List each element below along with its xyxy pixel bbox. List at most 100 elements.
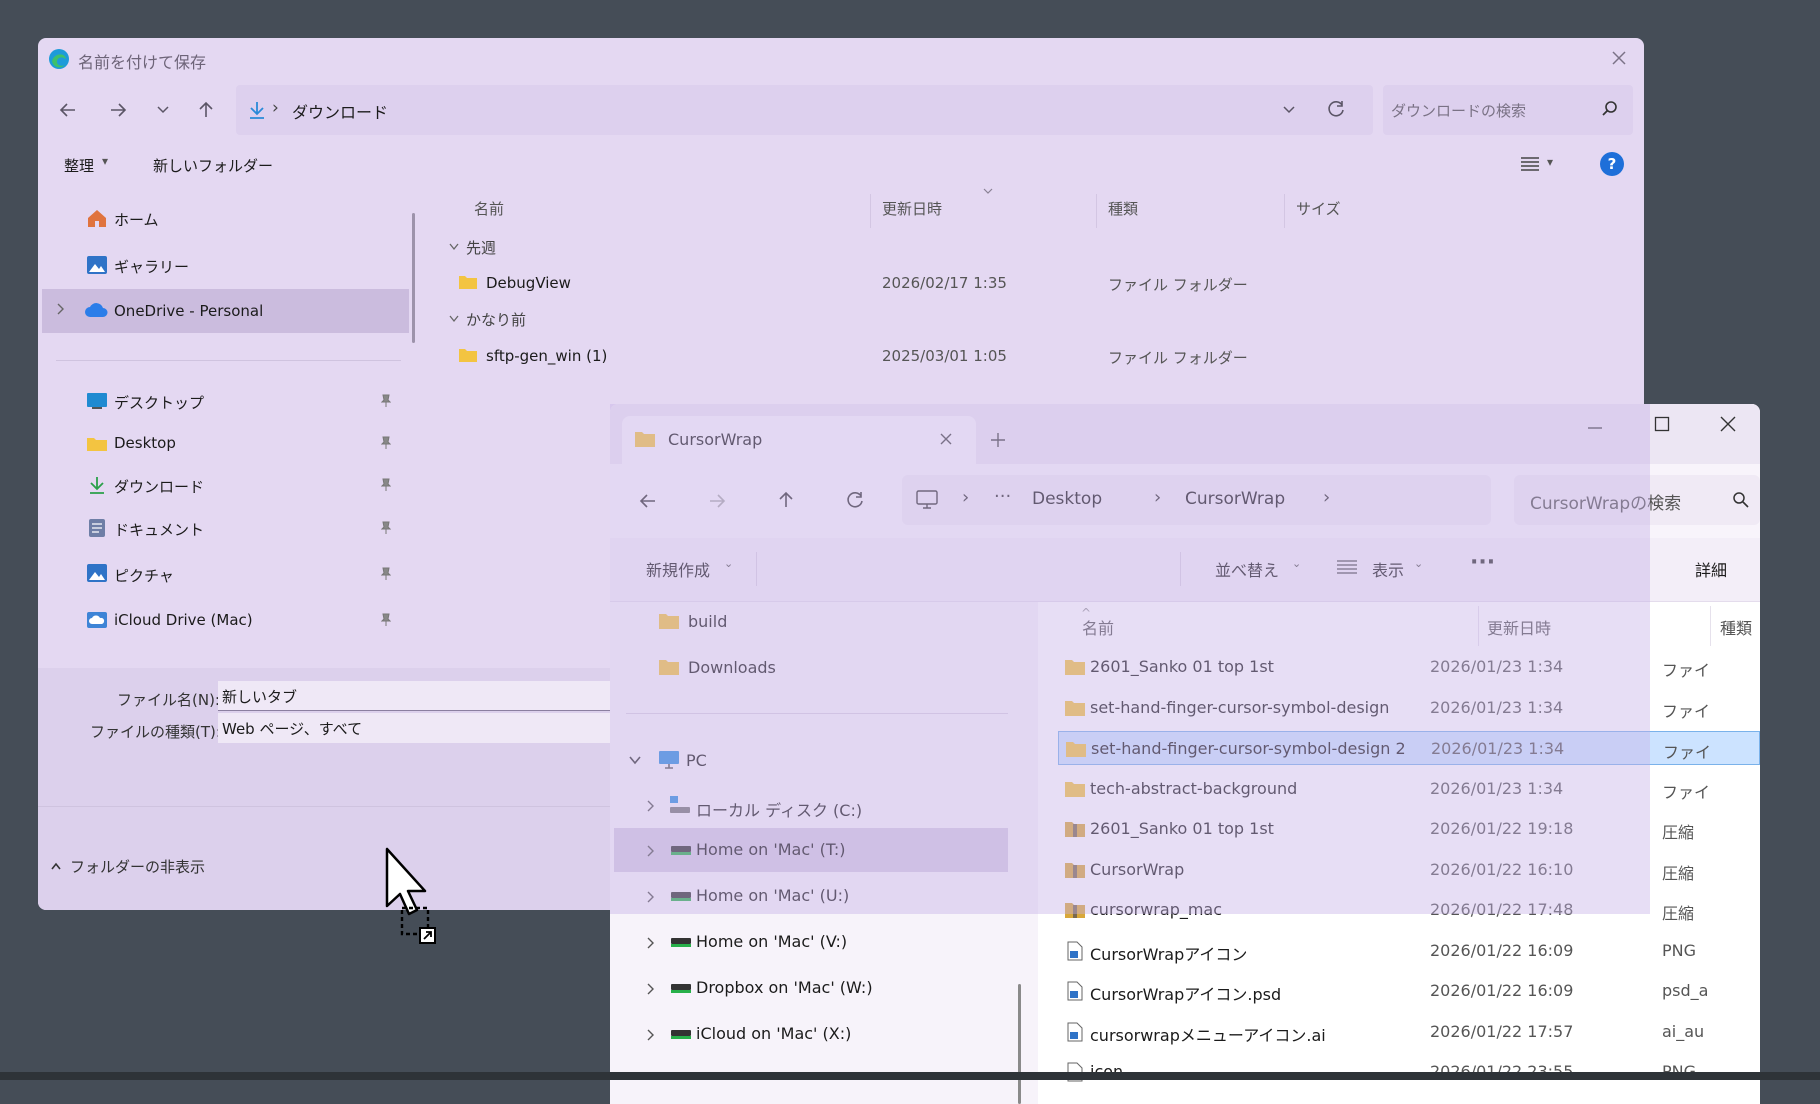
nav-item-build[interactable]: build: [688, 612, 727, 631]
nav-drive-v[interactable]: Home on 'Mac' (V:): [696, 932, 847, 951]
search-icon[interactable]: [1601, 100, 1619, 118]
search-icon[interactable]: [1732, 491, 1750, 509]
up-arrow-icon[interactable]: [196, 100, 216, 120]
group-collapse-chevron-icon[interactable]: [448, 314, 460, 324]
maximize-icon[interactable]: [1654, 416, 1670, 432]
nav-drive-w[interactable]: Dropbox on 'Mac' (W:): [696, 978, 873, 997]
column-date[interactable]: 更新日時: [882, 198, 942, 219]
view-caret-icon[interactable]: ▾: [1547, 155, 1553, 169]
file-row[interactable]: cursorwrapメニューアイコン.ai 2026/01/22 17:57 ai_…: [1058, 1015, 1760, 1049]
file-row[interactable]: tech-abstract-background 2026/01/23 1:34 フ…: [1058, 772, 1760, 806]
column-size[interactable]: サイズ: [1296, 198, 1341, 219]
minimize-icon[interactable]: [1587, 422, 1603, 434]
view-button[interactable]: 表示: [1372, 557, 1404, 581]
file-row[interactable]: 2601_Sanko 01 top 1st 2026/01/23 1:34 ファイ: [1058, 650, 1760, 684]
file-row-selected[interactable]: set-hand-finger-cursor-symbol-design 2 20…: [1058, 731, 1760, 765]
close-tab-icon[interactable]: [939, 432, 953, 446]
refresh-icon[interactable]: [845, 490, 865, 510]
nav-scrollbar[interactable]: [1018, 984, 1021, 1104]
new-folder-button[interactable]: 新しいフォルダー: [153, 155, 273, 176]
expand-chevron-down-icon[interactable]: [628, 755, 642, 765]
hide-folders-button[interactable]: フォルダーの非表示: [70, 856, 205, 877]
expand-chevron-icon[interactable]: [646, 799, 656, 813]
chevron-up-icon[interactable]: [50, 861, 62, 871]
file-row-name[interactable]: DebugView: [486, 274, 571, 292]
nav-item-downloads[interactable]: Downloads: [688, 658, 776, 677]
column-name[interactable]: 名前: [1082, 615, 1114, 639]
group-collapse-chevron-icon[interactable]: [448, 242, 460, 252]
tab-cursorwrap[interactable]: CursorWrap: [622, 416, 976, 464]
nav-quick-downloads[interactable]: ダウンロード: [114, 476, 204, 497]
nav-quick-desktop[interactable]: Desktop: [114, 434, 176, 452]
column-divider[interactable]: [1710, 606, 1711, 646]
nav-quick-documents[interactable]: ドキュメント: [114, 519, 204, 540]
address-bar[interactable]: › ··· Desktop › CursorWrap ›: [902, 475, 1491, 525]
forward-arrow-icon[interactable]: [707, 491, 727, 511]
file-row-name[interactable]: sftp-gen_win (1): [486, 347, 607, 365]
column-type[interactable]: 種類: [1108, 198, 1138, 219]
back-arrow-icon[interactable]: [58, 100, 78, 120]
breadcrumb-desktop[interactable]: Desktop: [1032, 489, 1102, 509]
new-tab-plus-icon[interactable]: [990, 432, 1006, 448]
recent-chevron-down-icon[interactable]: [156, 104, 170, 116]
close-icon[interactable]: [1611, 50, 1627, 66]
forward-arrow-icon[interactable]: [108, 100, 128, 120]
help-icon[interactable]: ?: [1600, 152, 1624, 176]
nav-drive-u[interactable]: Home on 'Mac' (U:): [696, 886, 849, 905]
column-type[interactable]: 種類: [1720, 615, 1752, 639]
nav-scrollbar[interactable]: [412, 213, 415, 343]
column-divider[interactable]: [1478, 606, 1479, 646]
expand-chevron-icon[interactable]: [646, 1028, 656, 1042]
expand-chevron-icon[interactable]: [646, 890, 656, 904]
file-row[interactable]: 2601_Sanko 01 top 1st 2026/01/22 19:18 圧縮: [1058, 812, 1760, 846]
search-box[interactable]: ダウンロードの検索: [1383, 85, 1633, 135]
close-window-icon[interactable]: [1720, 416, 1736, 432]
details-button[interactable]: 詳細: [1695, 557, 1727, 581]
view-list-icon[interactable]: [1520, 156, 1540, 172]
up-arrow-icon[interactable]: [776, 490, 796, 510]
column-divider[interactable]: [1096, 194, 1097, 228]
view-caret-icon[interactable]: ⌄: [1414, 557, 1423, 570]
expand-chevron-icon[interactable]: [646, 936, 656, 950]
breadcrumb-downloads[interactable]: ダウンロード: [292, 99, 388, 123]
new-button[interactable]: 新規作成: [646, 557, 710, 581]
nav-home[interactable]: ホーム: [114, 209, 159, 230]
expand-chevron-icon[interactable]: [646, 844, 656, 858]
address-dropdown-chevron-icon[interactable]: [1282, 104, 1296, 116]
column-divider[interactable]: [870, 194, 871, 228]
nav-quick-icloud[interactable]: iCloud Drive (Mac): [114, 611, 253, 629]
group-header-long-ago[interactable]: かなり前: [466, 309, 526, 330]
new-caret-icon[interactable]: ⌄: [724, 557, 733, 570]
file-row[interactable]: CursorWrap 2026/01/22 16:10 圧縮: [1058, 853, 1760, 887]
column-name[interactable]: 名前: [474, 198, 504, 219]
nav-quick-pictures[interactable]: ピクチャ: [114, 565, 174, 586]
nav-quick-desktop-jp[interactable]: デスクトップ: [114, 392, 204, 413]
file-row[interactable]: CursorWrapアイコン.psd 2026/01/22 16:09 psd_a: [1058, 974, 1760, 1008]
breadcrumb-cursorwrap[interactable]: CursorWrap: [1185, 489, 1285, 509]
expand-chevron-icon[interactable]: [646, 982, 656, 996]
file-row[interactable]: cursorwrap_mac 2026/01/22 17:48 圧縮: [1058, 893, 1760, 927]
more-options-icon[interactable]: ···: [1470, 550, 1495, 575]
address-bar[interactable]: › ダウンロード: [236, 85, 1373, 135]
organize-menu[interactable]: 整理: [64, 155, 94, 176]
refresh-icon[interactable]: [1326, 99, 1346, 119]
expand-chevron-icon[interactable]: [56, 302, 66, 316]
nav-drive-t[interactable]: Home on 'Mac' (T:): [696, 840, 846, 859]
sort-button[interactable]: 並べ替え: [1215, 557, 1279, 581]
group-header-last-week[interactable]: 先週: [466, 237, 496, 258]
column-divider[interactable]: [1284, 194, 1285, 228]
breadcrumb-overflow-icon[interactable]: ···: [994, 486, 1011, 507]
search-box[interactable]: CursorWrapの検索: [1514, 475, 1760, 525]
nav-gallery[interactable]: ギャラリー: [114, 256, 189, 277]
folder-icon: [659, 614, 679, 629]
view-list-icon[interactable]: [1336, 559, 1358, 575]
organize-caret-icon[interactable]: ▾: [102, 154, 108, 168]
nav-drive-c[interactable]: ローカル ディスク (C:): [696, 797, 862, 821]
sort-caret-icon[interactable]: ⌄: [1292, 557, 1301, 570]
nav-item-pc[interactable]: PC: [686, 751, 707, 770]
file-row[interactable]: CursorWrapアイコン 2026/01/22 16:09 PNG: [1058, 934, 1760, 968]
nav-drive-x[interactable]: iCloud on 'Mac' (X:): [696, 1024, 851, 1043]
column-date[interactable]: 更新日時: [1487, 615, 1551, 639]
file-row[interactable]: set-hand-finger-cursor-symbol-design 2026…: [1058, 691, 1760, 725]
back-arrow-icon[interactable]: [638, 491, 658, 511]
